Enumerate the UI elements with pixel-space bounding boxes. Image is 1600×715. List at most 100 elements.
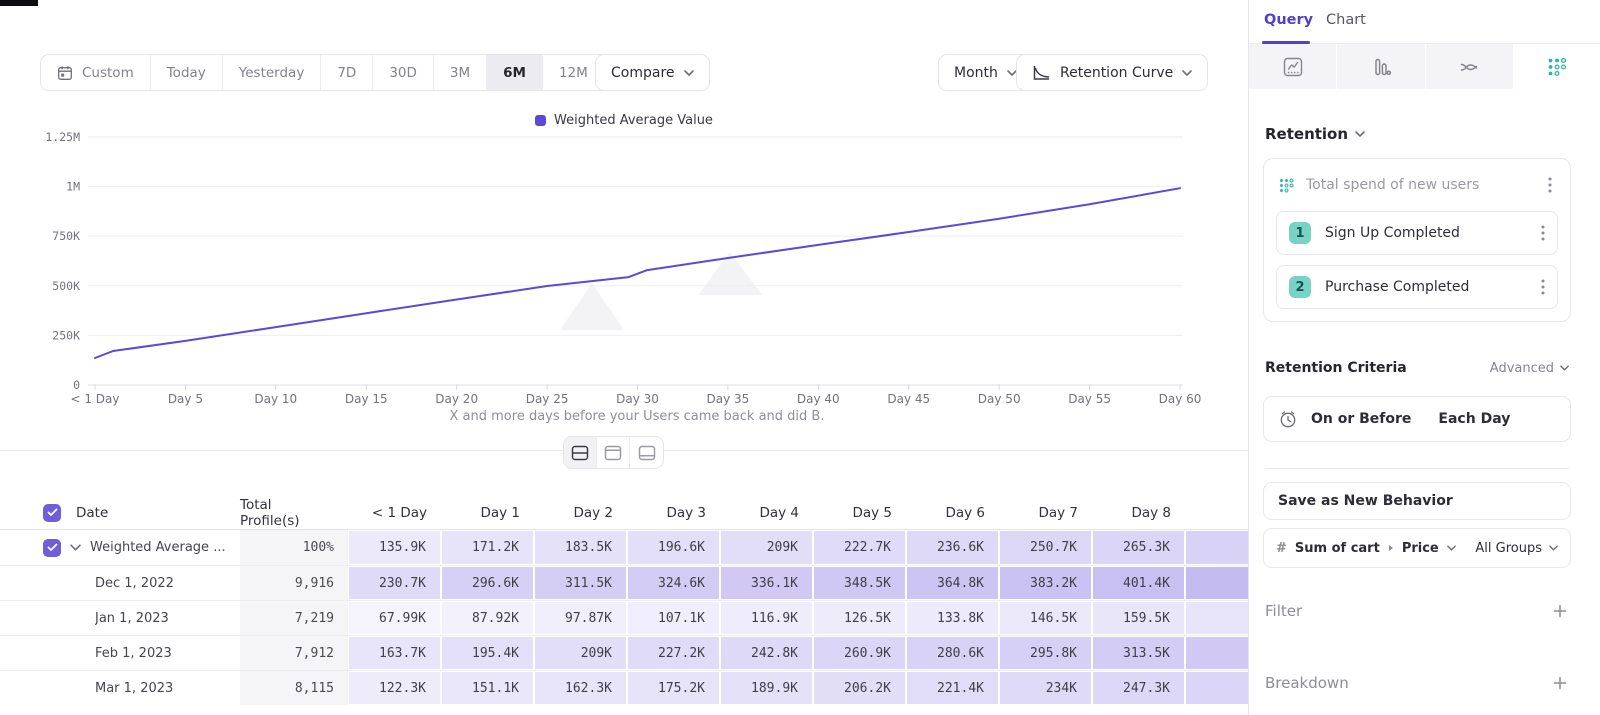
- retention-value-cell[interactable]: 116.9K: [720, 601, 813, 635]
- retention-value-cell[interactable]: 126.5K: [813, 601, 906, 635]
- flows-tab[interactable]: [1426, 44, 1514, 89]
- retention-value-cell[interactable]: 383.2K: [999, 566, 1092, 600]
- retention-value-cell[interactable]: 163.7K: [348, 636, 441, 670]
- save-as-new-behavior-button[interactable]: Save as New Behavior: [1263, 482, 1571, 520]
- date-range-30d[interactable]: 30D: [373, 55, 434, 90]
- layout-toggle-top[interactable]: [597, 437, 630, 468]
- behavior-step-1[interactable]: 1Sign Up Completed: [1276, 211, 1558, 255]
- criteria-window-label[interactable]: On or Before: [1311, 411, 1411, 427]
- retention-value-cell[interactable]: 280.6K: [906, 636, 999, 670]
- layout-toggle-split[interactable]: [564, 437, 597, 468]
- retention-value-cell[interactable]: 196.6K: [627, 530, 720, 565]
- retention-value-cell[interactable]: 296.6K: [441, 566, 534, 600]
- retention-value-cell[interactable]: 107.1K: [627, 601, 720, 635]
- retention-value-cell[interactable]: 151.1K: [441, 671, 534, 705]
- insights-tab[interactable]: [1249, 44, 1337, 89]
- behavior-card-header[interactable]: Total spend of new users: [1264, 161, 1570, 209]
- retention-value-cell[interactable]: 206.2K: [813, 671, 906, 705]
- retention-value-cell[interactable]: 162.3K: [534, 671, 627, 705]
- funnels-tab[interactable]: [1337, 44, 1425, 89]
- retention-tab[interactable]: [1514, 44, 1600, 89]
- retention-value-cell[interactable]: 122.3K: [348, 671, 441, 705]
- sidebar-tab-bar: Query Chart: [1249, 0, 1600, 44]
- column-header-day-8[interactable]: Day 8: [1092, 496, 1185, 529]
- date-range-yesterday[interactable]: Yesterday: [223, 55, 322, 90]
- retention-value-cell[interactable]: 175.2K: [627, 671, 720, 705]
- retention-value-cell[interactable]: 234K: [999, 671, 1092, 705]
- retention-value-cell[interactable]: 364.8K: [906, 566, 999, 600]
- retention-value-cell[interactable]: 222.7K: [813, 530, 906, 565]
- step-menu-button[interactable]: [1537, 223, 1549, 243]
- date-range-3m[interactable]: 3M: [434, 55, 487, 90]
- behavior-menu-button[interactable]: [1544, 175, 1556, 195]
- groups-dropdown[interactable]: All Groups: [1475, 541, 1558, 556]
- column-header-day-4[interactable]: Day 4: [720, 496, 813, 529]
- step-menu-button[interactable]: [1537, 277, 1549, 297]
- retention-value-cell[interactable]: 159.5K: [1092, 601, 1185, 635]
- retention-value-cell[interactable]: 189.9K: [720, 671, 813, 705]
- column-header-day-5[interactable]: Day 5: [813, 496, 906, 529]
- retention-value-cell[interactable]: 311.5K: [534, 566, 627, 600]
- chevron-down-icon: [1355, 131, 1365, 137]
- retention-value-cell[interactable]: 313.5K: [1092, 636, 1185, 670]
- add-filter-button[interactable]: [1551, 602, 1569, 620]
- date-range-today[interactable]: Today: [151, 55, 223, 90]
- retention-value-cell[interactable]: 171.2K: [441, 530, 534, 565]
- column-header-day-1[interactable]: Day 1: [441, 496, 534, 529]
- column-header-day-2[interactable]: Day 2: [534, 496, 627, 529]
- column-header-date[interactable]: Date: [70, 496, 240, 529]
- retention-value-cell[interactable]: 230.7K: [348, 566, 441, 600]
- column-header--1-day[interactable]: < 1 Day: [348, 496, 441, 529]
- date-range-6m[interactable]: 6M: [487, 55, 543, 90]
- chart-legend[interactable]: Weighted Average Value: [0, 113, 1248, 128]
- retention-value-cell[interactable]: 295.8K: [999, 636, 1092, 670]
- measure-property-label: Price: [1402, 541, 1439, 556]
- criteria-mode-label: Advanced: [1490, 361, 1554, 376]
- retention-value-cell[interactable]: 67.99K: [348, 601, 441, 635]
- compare-button[interactable]: Compare: [595, 54, 710, 91]
- retention-value-cell[interactable]: 87.92K: [441, 601, 534, 635]
- retention-value-cell[interactable]: 242.8K: [720, 636, 813, 670]
- retention-value-cell[interactable]: 260.9K: [813, 636, 906, 670]
- retention-value-cell[interactable]: 146.5K: [999, 601, 1092, 635]
- report-section-dropdown[interactable]: Retention: [1265, 125, 1365, 143]
- select-all-checkbox[interactable]: [43, 504, 61, 522]
- date-range-custom[interactable]: Custom: [41, 55, 151, 90]
- criteria-mode-dropdown[interactable]: Advanced: [1490, 361, 1569, 376]
- retention-value-cell[interactable]: 348.5K: [813, 566, 906, 600]
- retention-value-cell[interactable]: 265.3K: [1092, 530, 1185, 565]
- retention-value-cell[interactable]: 183.5K: [534, 530, 627, 565]
- column-header-day-3[interactable]: Day 3: [627, 496, 720, 529]
- criteria-frequency-label[interactable]: Each Day: [1438, 411, 1510, 427]
- column-header-day-6[interactable]: Day 6: [906, 496, 999, 529]
- retention-value-cell[interactable]: 401.4K: [1092, 566, 1185, 600]
- tab-chart[interactable]: Chart: [1326, 12, 1366, 28]
- chart-type-dropdown[interactable]: Retention Curve: [1016, 54, 1208, 91]
- retention-value-cell[interactable]: 336.1K: [720, 566, 813, 600]
- date-range-7d[interactable]: 7D: [321, 55, 373, 90]
- retention-value-cell[interactable]: 250.7K: [999, 530, 1092, 565]
- behavior-step-2[interactable]: 2Purchase Completed: [1276, 265, 1558, 309]
- retention-value-cell[interactable]: 135.9K: [348, 530, 441, 565]
- criteria-window-card[interactable]: On or Before Each Day: [1263, 396, 1571, 442]
- retention-value-cell[interactable]: 221.4K: [906, 671, 999, 705]
- layout-toggle-bottom[interactable]: [630, 437, 663, 468]
- column-header-day-7[interactable]: Day 7: [999, 496, 1092, 529]
- retention-value-cell[interactable]: 236.6K: [906, 530, 999, 565]
- measure-selector[interactable]: # Sum of cart Price All Groups: [1263, 528, 1571, 568]
- retention-value-cell[interactable]: 97.87K: [534, 601, 627, 635]
- column-header-total-profiles[interactable]: Total Profile(s): [240, 496, 348, 529]
- row-checkbox[interactable]: [43, 539, 61, 557]
- retention-value-cell[interactable]: 324.6K: [627, 566, 720, 600]
- tab-query[interactable]: Query: [1264, 12, 1313, 28]
- expand-chevron-icon[interactable]: [70, 544, 81, 551]
- add-breakdown-button[interactable]: [1551, 674, 1569, 692]
- retention-value-cell[interactable]: 209K: [720, 530, 813, 565]
- chevron-down-icon: [1182, 70, 1192, 76]
- retention-value-cell[interactable]: 227.2K: [627, 636, 720, 670]
- caret-right-icon: [1388, 544, 1394, 552]
- retention-value-cell[interactable]: 209K: [534, 636, 627, 670]
- retention-value-cell[interactable]: 247.3K: [1092, 671, 1185, 705]
- retention-value-cell[interactable]: 195.4K: [441, 636, 534, 670]
- retention-value-cell[interactable]: 133.8K: [906, 601, 999, 635]
